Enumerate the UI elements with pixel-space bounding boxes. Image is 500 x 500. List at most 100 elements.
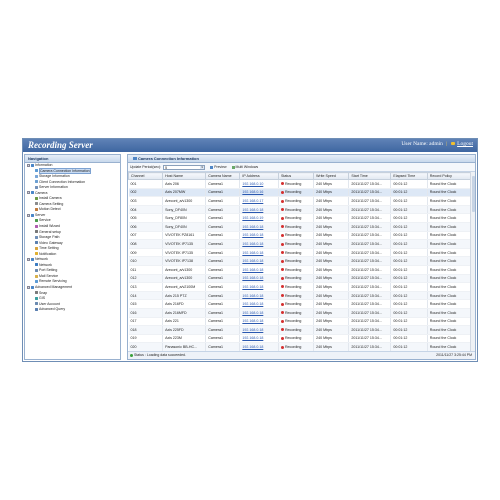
table-cell: 240 Mbps — [313, 256, 350, 266]
collapse-toggle-icon[interactable]: − — [27, 213, 30, 217]
table-cell: 003 — [128, 196, 164, 206]
table-row[interactable]: 008 VIVOTEK IP7135 Camera1 192.168.0.18 Reco… — [128, 239, 471, 249]
table-cell: Camera1 — [205, 213, 241, 223]
table-row[interactable]: 003 Arecont_a/v1300 Camera1 192.168.0.17 Rec… — [128, 196, 471, 206]
ip-address-link[interactable]: 192.168.0.18 — [239, 231, 279, 241]
table-cell: 00:01:12 — [390, 256, 428, 266]
chevron-down-icon[interactable]: ▼ — [200, 165, 205, 169]
recording-icon — [280, 345, 284, 349]
table-cell: VIVOTEK IP7138 — [162, 256, 207, 266]
table-row[interactable]: 002 Axis 207MW Camera1 192.168.0.16 Recordin… — [128, 188, 471, 198]
column-header[interactable]: Elapsed Time — [390, 172, 428, 180]
table-row[interactable]: 019 Axis 223M Camera1 192.168.0.18 Recording… — [128, 334, 471, 344]
ip-address-link[interactable]: 192.168.0.19 — [239, 213, 279, 223]
recording-icon — [280, 268, 284, 272]
status-cell: Recording — [278, 205, 315, 215]
table-row[interactable]: 009 VIVOTEK IP7135 Camera1 192.168.0.18 Reco… — [128, 248, 471, 258]
column-header[interactable]: IP Address — [239, 172, 279, 180]
collapse-toggle-icon[interactable]: − — [27, 191, 30, 195]
column-header[interactable]: Record Policy — [426, 172, 471, 180]
table-row[interactable]: 014 Axis 215 PTZ Camera1 192.168.0.18 Record… — [128, 291, 471, 301]
nav-item-label: Server — [35, 212, 46, 217]
ip-address-link[interactable]: 192.168.0.18 — [239, 308, 279, 318]
table-row[interactable]: 006 Sony_DF40N Camera1 192.168.0.18 Recordin… — [128, 222, 471, 232]
nav-item-label: General setup — [39, 229, 61, 234]
recording-icon — [280, 302, 284, 306]
update-period-select[interactable]: 5 ▼ — [163, 164, 206, 170]
ip-address-link[interactable]: 192.168.0.18 — [239, 205, 279, 215]
status-label: Recording — [284, 319, 302, 324]
ip-address-link[interactable]: 192.168.0.18 — [239, 317, 279, 327]
status-ok-icon — [130, 353, 133, 357]
table-row[interactable]: 005 Sony_DF80N Camera1 192.168.0.19 Recordin… — [128, 213, 471, 223]
camera-folder-icon — [31, 191, 34, 195]
multi-windows-button[interactable]: Multi Windows — [231, 163, 258, 171]
vertical-scrollbar[interactable] — [470, 172, 475, 352]
table-row[interactable]: 016 Axis 216MFD Camera1 192.168.0.18 Recordi… — [128, 308, 471, 318]
ip-address-link[interactable]: 192.168.0.18 — [239, 291, 279, 301]
recording-icon — [280, 182, 284, 186]
scrollbar-thumb[interactable] — [471, 176, 475, 212]
table-row[interactable]: 010 VIVOTEK IP7138 Camera1 192.168.0.18 Reco… — [128, 256, 471, 266]
ip-address-link[interactable]: 192.168.0.17 — [239, 196, 279, 206]
user-area: User Name: admin | Logout — [401, 141, 473, 147]
table-cell: 00:01:12 — [390, 248, 428, 258]
column-header[interactable]: Status — [277, 172, 315, 180]
ip-address-link[interactable]: 192.168.0.18 — [239, 299, 279, 309]
preview-button[interactable]: Preview — [210, 163, 227, 171]
column-header[interactable]: Host Name — [162, 172, 207, 180]
table-row[interactable]: 001 Axis 206 Camera1 192.168.0.10 Recording 2… — [128, 179, 471, 189]
table-cell: Camera1 — [205, 231, 241, 241]
port-setting-icon — [35, 268, 38, 272]
column-header[interactable]: Write Speed — [313, 172, 350, 180]
table-cell: Axis 223M — [162, 334, 207, 344]
column-header[interactable]: Channel — [128, 172, 164, 180]
table-cell: Round the Clock — [427, 188, 471, 198]
table-row[interactable]: 015 Axis 216FD Camera1 192.168.0.18 Recordin… — [128, 299, 471, 309]
multi-windows-icon — [231, 165, 235, 169]
column-header[interactable]: Start Time — [348, 172, 392, 180]
table-cell: 004 — [128, 205, 164, 215]
table-cell: 240 Mbps — [313, 317, 350, 327]
table-cell: Round the Clock — [427, 291, 471, 301]
table-cell: Camera1 — [205, 222, 241, 232]
table-row[interactable]: 018 Axis 225FD Camera1 192.168.0.18 Recordin… — [128, 325, 471, 335]
table-row[interactable]: 013 Arecont_a/v2100M Camera1 192.168.0.18 Re… — [128, 282, 471, 292]
ip-address-link[interactable]: 192.168.0.10 — [239, 179, 279, 189]
table-cell: 240 Mbps — [313, 239, 350, 249]
table-cell: 00:01:12 — [390, 188, 428, 198]
table-row[interactable]: 004 Sony_DF40N Camera1 192.168.0.18 Recordin… — [128, 205, 471, 215]
client-connection-icon — [35, 180, 38, 184]
table-row[interactable]: 017 Axis 221 Camera1 192.168.0.18 Recording 2… — [128, 317, 471, 327]
status-label: Recording — [284, 181, 302, 186]
nav-item[interactable]: Advanced Query — [25, 307, 120, 313]
ip-address-link[interactable]: 192.168.0.18 — [239, 239, 279, 249]
recording-icon — [280, 337, 284, 341]
table-row[interactable]: 007 VIVOTEK PZ8161 Camera1 192.168.0.18 Reco… — [128, 231, 471, 241]
ip-address-link[interactable]: 192.168.0.18 — [239, 256, 279, 266]
ip-address-link[interactable]: 192.168.0.18 — [239, 274, 279, 284]
ip-address-link[interactable]: 192.168.0.18 — [239, 325, 279, 335]
collapse-toggle-icon[interactable]: − — [27, 285, 30, 289]
table-row[interactable]: 011 Arecont_a/v1300 Camera1 192.168.0.18 Rec… — [128, 265, 471, 275]
ip-address-link[interactable]: 192.168.0.18 — [239, 282, 279, 292]
column-header[interactable]: Camera Name — [205, 172, 241, 180]
ip-address-link[interactable]: 192.168.0.16 — [239, 188, 279, 198]
status-label: Recording — [284, 336, 302, 341]
collapse-toggle-icon[interactable]: − — [27, 163, 30, 167]
table-cell: 240 Mbps — [313, 196, 350, 206]
logout-link[interactable]: Logout — [457, 141, 473, 147]
collapse-toggle-icon[interactable]: − — [27, 257, 30, 261]
table-cell: 010 — [128, 256, 164, 266]
ip-address-link[interactable]: 192.168.0.18 — [239, 222, 279, 232]
table-cell: 240 Mbps — [313, 213, 350, 223]
ip-address-link[interactable]: 192.168.0.18 — [239, 265, 279, 275]
navigation-tree: − Information Camera Connection Informatio… — [25, 163, 120, 313]
table-row[interactable]: 012 Arecont_a/v1300 Camera1 192.168.0.18 Rec… — [128, 274, 471, 284]
ip-address-link[interactable]: 192.168.0.18 — [239, 248, 279, 258]
table-cell: 006 — [128, 222, 164, 232]
recording-icon — [280, 225, 284, 229]
table-cell: 240 Mbps — [313, 188, 350, 198]
ip-address-link[interactable]: 192.168.0.18 — [239, 334, 279, 344]
status-label: Recording — [284, 241, 302, 246]
